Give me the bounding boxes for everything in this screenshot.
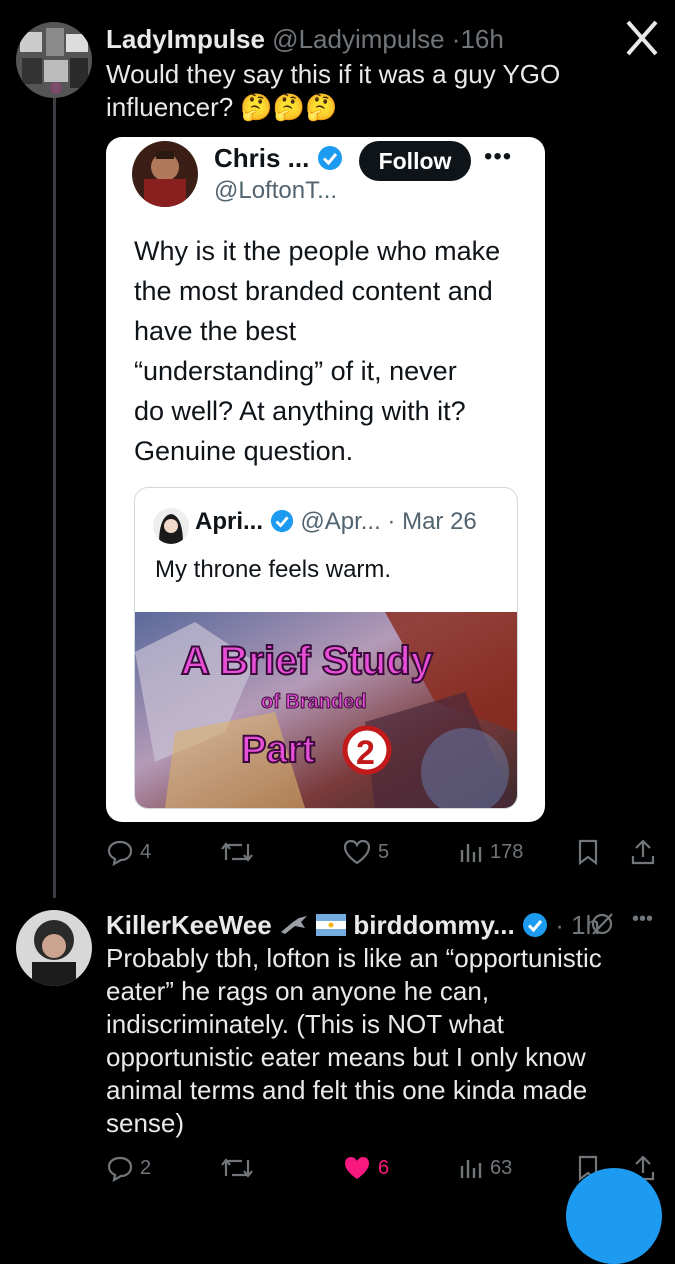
views-count: 63 bbox=[490, 1156, 513, 1179]
verified-badge-icon bbox=[317, 146, 342, 170]
media-sub-text: of Branded bbox=[261, 691, 367, 713]
quote-date: · Mar 26 bbox=[387, 508, 477, 535]
x-logo-icon[interactable] bbox=[622, 18, 662, 58]
retweet-button[interactable] bbox=[220, 838, 254, 866]
reply-button[interactable]: 2 bbox=[106, 1154, 151, 1182]
tweet-text-line: sense) bbox=[106, 1108, 185, 1138]
like-button[interactable]: 6 bbox=[342, 1154, 389, 1182]
embed-text-line: “understanding” of it, never bbox=[134, 356, 457, 386]
embed-text-line: Genuine question. bbox=[134, 436, 354, 466]
quoted-tweet[interactable]: Apri... @Apr... · Mar 26 My throne feels… bbox=[134, 487, 518, 809]
embed-text-line: Why is it the people who make bbox=[134, 236, 501, 266]
handle[interactable]: @Ladyimpulse bbox=[272, 24, 444, 54]
quote-text: My throne feels warm. bbox=[155, 556, 392, 583]
embed-text-line: have the best bbox=[134, 316, 297, 346]
tweet-text-line: Probably tbh, lofton is like an “opportu… bbox=[106, 943, 602, 973]
timestamp[interactable]: 16h bbox=[460, 24, 503, 54]
tweet-text-line: opportunistic eater means but I only kno… bbox=[106, 1042, 586, 1072]
verified-badge-icon bbox=[270, 509, 293, 533]
views-button[interactable]: 63 bbox=[458, 1154, 512, 1182]
retweet-button[interactable] bbox=[220, 1154, 254, 1182]
reply-icon bbox=[107, 840, 133, 866]
reply-icon bbox=[107, 1156, 133, 1182]
bird-emoji-icon bbox=[280, 916, 307, 934]
heart-filled-icon bbox=[345, 1157, 369, 1179]
quote-avatar[interactable] bbox=[153, 508, 189, 544]
avatar[interactable] bbox=[16, 22, 92, 98]
reply-count: 2 bbox=[140, 1156, 152, 1179]
heart-icon bbox=[343, 839, 371, 865]
tweet-text-line: eater” he rags on anyone he can, bbox=[106, 976, 490, 1006]
like-button[interactable]: 5 bbox=[342, 838, 389, 866]
tweet-text: Probably tbh, lofton is like an “opportu… bbox=[106, 942, 666, 1140]
verified-badge-icon bbox=[522, 913, 547, 937]
display-name[interactable]: KillerKeeWee bbox=[106, 910, 272, 940]
tweet-header: KillerKeeWee birddommy... · 1h bbox=[106, 910, 600, 941]
thread-line bbox=[53, 98, 56, 898]
views-count: 178 bbox=[490, 840, 524, 863]
embed-text-line: the most branded content and bbox=[134, 276, 493, 306]
embed-handle[interactable]: @LoftonT... bbox=[214, 177, 337, 205]
quote-handle[interactable]: @Apr... bbox=[300, 508, 380, 535]
embed-avatar[interactable] bbox=[132, 141, 198, 207]
quote-header: Apri... @Apr... · Mar 26 bbox=[195, 508, 477, 536]
embed-tweet-text: Why is it the people who make the most b… bbox=[134, 231, 534, 471]
media-part-text: Part bbox=[241, 729, 315, 771]
compose-fab[interactable] bbox=[566, 1168, 662, 1264]
share-icon bbox=[631, 839, 655, 865]
tweet-text-line: influencer? 🤔🤔🤔 bbox=[106, 92, 338, 122]
reply-count: 4 bbox=[140, 840, 152, 863]
embed-name-text: Chris ... bbox=[214, 143, 310, 173]
display-name-suffix[interactable]: birddommy... bbox=[353, 910, 514, 940]
more-options-icon[interactable]: ••• bbox=[632, 908, 653, 931]
display-name[interactable]: LadyImpulse bbox=[106, 24, 265, 54]
views-button[interactable]: 178 bbox=[458, 838, 523, 866]
share-button[interactable] bbox=[630, 838, 656, 866]
more-options-icon[interactable]: ••• bbox=[484, 143, 512, 171]
tweet-header: LadyImpulse @Ladyimpulse ·16h bbox=[106, 24, 504, 55]
quote-display-name[interactable]: Apri... bbox=[195, 508, 263, 535]
bookmark-icon bbox=[578, 839, 598, 866]
argentina-flag-icon bbox=[316, 914, 347, 936]
retweet-icon bbox=[221, 1158, 253, 1178]
views-icon bbox=[460, 1160, 482, 1178]
retweet-icon bbox=[221, 842, 253, 862]
reply-button[interactable]: 4 bbox=[106, 838, 151, 866]
like-count: 5 bbox=[378, 840, 390, 863]
grok-icon[interactable] bbox=[588, 910, 616, 943]
tweet-text: Would they say this if it was a guy YGO … bbox=[106, 58, 626, 124]
media-title-text: A Brief Study bbox=[181, 639, 434, 683]
views-icon bbox=[460, 844, 482, 862]
tweet-text-line: animal terms and felt this one kinda mad… bbox=[106, 1075, 588, 1105]
avatar[interactable] bbox=[16, 910, 92, 986]
embed-text-line: do well? At anything with it? bbox=[134, 396, 466, 426]
follow-button[interactable]: Follow bbox=[359, 141, 471, 181]
quote-media-image[interactable]: A Brief Study of Branded Part 2 bbox=[135, 612, 517, 808]
media-part-number: 2 bbox=[356, 734, 375, 772]
bookmark-button[interactable] bbox=[576, 838, 600, 866]
tweet-text-line: Would they say this if it was a guy YGO bbox=[106, 59, 561, 89]
tweet-text-line: indiscriminately. (This is NOT what bbox=[106, 1009, 504, 1039]
embedded-tweet-card[interactable]: Chris ... @LoftonT... Follow ••• Why is … bbox=[106, 137, 545, 822]
like-count: 6 bbox=[378, 1156, 390, 1179]
embed-display-name[interactable]: Chris ... bbox=[214, 143, 343, 174]
